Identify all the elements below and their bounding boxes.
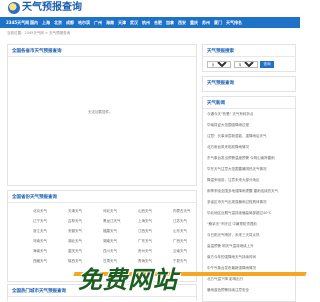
nav-item-jiana[interactable]: 加拿 (166, 17, 174, 28)
province-link[interactable]: 浙江天气 (33, 229, 47, 234)
news-item[interactable]: 雨季来临全国多地强降雨提醒 雷雨连续的天气 (207, 189, 289, 194)
main-panel: 全国各省市天气预报查询 (7, 44, 197, 186)
province-link[interactable]: 山东天气 (173, 229, 187, 234)
nav-item-hangzhou[interactable]: 杭州 (142, 17, 150, 28)
news-item[interactable]: 注意！长事深层新湿能，重降雨后天气 (207, 134, 289, 139)
province-select[interactable]: 请选 (207, 61, 231, 68)
site-header: 天气预报查询 (0, 0, 300, 16)
news-item[interactable]: 北方气温下降 影响出行 (207, 277, 289, 282)
nav-item-wuhan[interactable]: 武汉 (130, 17, 138, 28)
nav-item-xiamen[interactable]: 厦门 (214, 17, 222, 28)
province-link[interactable]: 湖北天气 (68, 239, 82, 244)
nav-item-beijing[interactable]: 北京 (54, 17, 62, 28)
provinces-panel-title: 全国省份天气预报查询 (12, 195, 57, 200)
province-link[interactable]: 河北天气 (103, 209, 117, 214)
news-item[interactable]: 东气象台发出预警温度预警 今明山南阵雷雨 (207, 156, 289, 161)
watermark-text: 免费网站 (78, 266, 178, 294)
search-panel: 天气预报搜索 请选 城市 查询 (202, 44, 296, 72)
plugin-placeholder-text: 无法加载插件。 (88, 110, 113, 114)
province-link[interactable]: 海南天气 (33, 249, 47, 254)
weather-logo-icon[interactable] (8, 2, 20, 14)
news-item[interactable]: 华南将迎大范围强降雨过程 (207, 123, 289, 128)
news-item[interactable]: 华北地区近期气温持续偏高局部超过40℃ (207, 211, 289, 216)
city-select[interactable]: 城市 (234, 61, 258, 68)
province-link[interactable]: 重庆天气 (68, 249, 82, 254)
news-panel-title: 天气新闻 (207, 101, 225, 106)
news-item[interactable]: 今通今天"热晕" 天气有转折点 (207, 112, 289, 117)
main-panel-title: 全国各省市天气预报查询 (12, 49, 62, 54)
news-item[interactable]: 今日阳光气晴好，未来三天将炎热 (207, 233, 289, 238)
news-item[interactable]: 北方雨台风来临前降雨情况 (207, 145, 289, 150)
province-link[interactable]: 贵州天气 (138, 249, 152, 254)
nav-item-domestic[interactable]: 国内 (30, 17, 38, 28)
search-panel-title: 天气预报搜索 (207, 49, 234, 54)
breadcrumb: 当前位置：2345天气网 > 天气预报查询 (7, 31, 71, 35)
province-link[interactable]: 河南天气 (33, 239, 47, 244)
nav-item-harbin[interactable]: 哈尔滨 (78, 17, 90, 28)
province-link[interactable]: 江西天气 (138, 229, 152, 234)
nav-item-weather-ranking[interactable]: 天气排名 (226, 17, 242, 28)
province-link[interactable]: 北京天气 (33, 209, 47, 214)
nav-item-chongqing[interactable]: 重庆 (190, 17, 198, 28)
news-item[interactable]: 华东天气注意大范围雷暴阴热天气情况 (207, 167, 289, 172)
site-logo-text[interactable]: 天气预报查询 (22, 2, 82, 14)
news-item[interactable]: 南方今年的强降雨天气持续时间 (207, 255, 289, 260)
province-link[interactable]: 福建天气 (103, 229, 117, 234)
province-link[interactable]: 云南天气 (173, 249, 187, 254)
news-item[interactable]: 暴雨蓝色预警持续注意安全 (207, 288, 289, 293)
nav-item-guangzhou[interactable]: 广州 (94, 17, 102, 28)
province-link[interactable]: 山西天气 (138, 209, 152, 214)
nav-item-tianjin[interactable]: 天津 (118, 17, 126, 28)
province-link[interactable]: 天津天气 (68, 209, 82, 214)
province-link[interactable]: 吉林天气 (68, 219, 82, 224)
nav-item-shanghai[interactable]: 上海 (42, 17, 50, 28)
news-item[interactable]: "桑拿天"不好过 中暑预防须提前 (207, 222, 289, 227)
province-link[interactable]: 湖南天气 (103, 239, 117, 244)
news-item[interactable]: 中午气象台发布最新强降雨情况 (207, 266, 289, 271)
weather-query-header: 天气预报查询 (203, 77, 295, 88)
search-panel-header: 天气预报搜索 (203, 45, 295, 57)
province-link[interactable]: 广东天气 (138, 239, 152, 244)
nav-item-suzhou[interactable]: 苏州 (202, 17, 210, 28)
province-link[interactable]: 辽宁天气 (33, 219, 47, 224)
nav-item-home[interactable]: 2345天气网 (6, 17, 29, 28)
main-navigation: 2345天气网 国内 上海 北京 成都 哈尔滨 广州 海南 天津 武汉 杭州 合… (0, 17, 300, 28)
nav-item-hainan[interactable]: 海南 (106, 17, 114, 28)
main-panel-header: 全国各省市天气预报查询 (8, 45, 196, 57)
nav-item-hefei[interactable]: 合肥 (154, 17, 162, 28)
news-item[interactable]: 高温预警 明天气温将继续上升 (207, 244, 289, 249)
province-link[interactable]: 上海天气 (138, 219, 152, 224)
query-button[interactable]: 查询 (260, 61, 274, 68)
nav-item-chengdu[interactable]: 成都 (66, 17, 74, 28)
weather-query-panel: 天气预报查询 (202, 76, 296, 92)
weather-query-title[interactable]: 天气预报查询 (207, 80, 234, 86)
hot-cities-panel-title: 全国热门城市天气预报查询 (12, 289, 66, 294)
news-panel-header: 天气新闻 (203, 97, 295, 109)
province-link[interactable]: 江苏天气 (173, 219, 187, 224)
province-link[interactable]: 四川天气 (103, 249, 117, 254)
province-link[interactable]: 安徽天气 (68, 229, 82, 234)
provinces-panel-header: 全国省份天气预报查询 (8, 191, 196, 203)
province-link[interactable]: 黑龙江天气 (103, 219, 121, 224)
province-link[interactable]: 广西天气 (173, 239, 187, 244)
province-link[interactable]: 内蒙古天气 (173, 209, 191, 214)
news-item[interactable]: 多省区市天气出现强暴雨过程具体情况 (207, 200, 289, 205)
province-link[interactable]: 西藏天气 (33, 259, 47, 264)
news-item[interactable]: 降温来临前，注意未来大部分地区 (207, 178, 289, 183)
nav-item-xian[interactable]: 西安 (178, 17, 186, 28)
